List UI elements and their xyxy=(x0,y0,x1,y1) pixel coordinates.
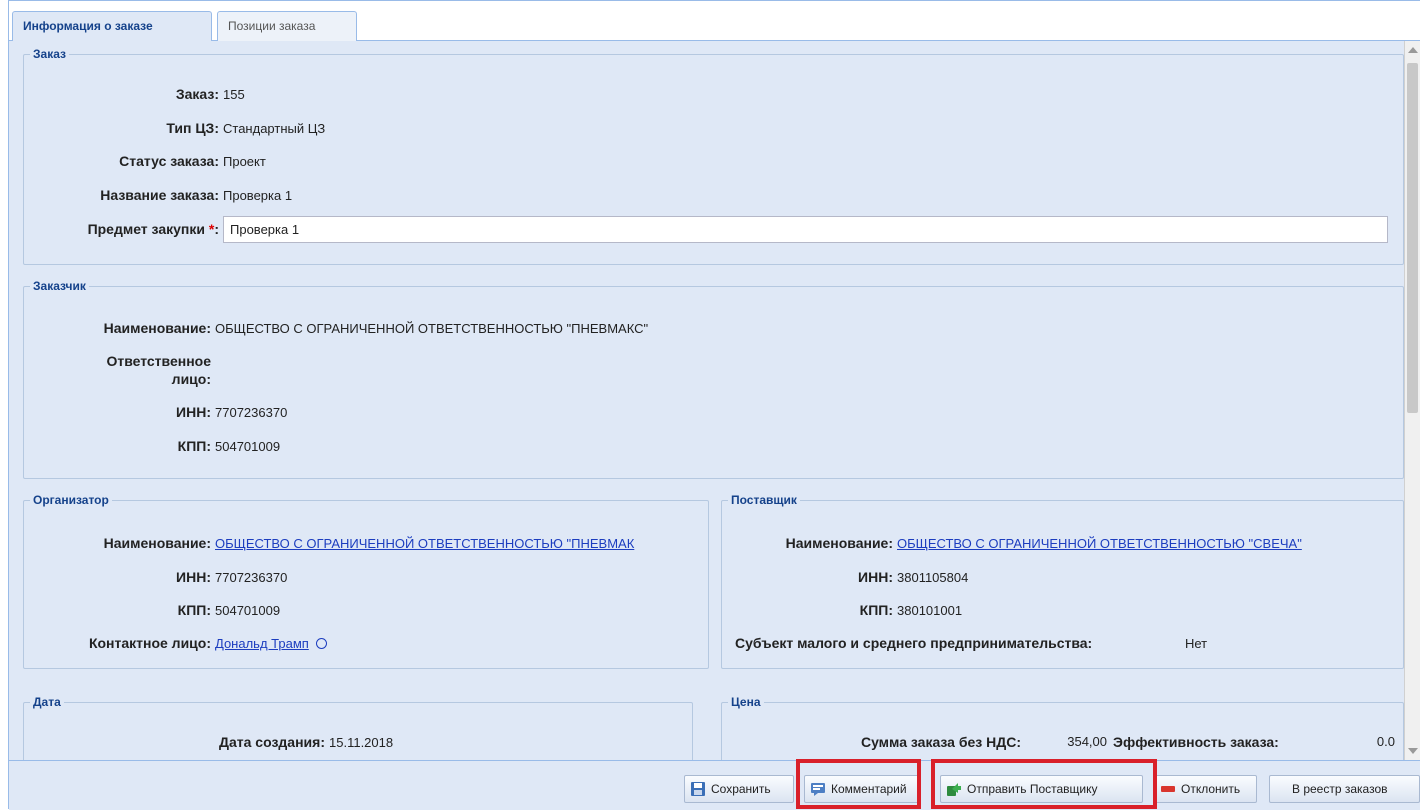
supplier-section-legend: Поставщик xyxy=(731,493,797,507)
supplier-inn-value: 3801105804 xyxy=(897,570,969,585)
contact-info-icon[interactable] xyxy=(316,638,328,649)
purchase-subject-input[interactable]: Проверка 1 xyxy=(223,216,1388,243)
supplier-name-label: Наименование: xyxy=(785,535,893,551)
supplier-name-link[interactable]: ОБЩЕСТВО С ОГРАНИЧЕННОЙ ОТВЕТСТВЕННОСТЬЮ… xyxy=(897,536,1302,551)
organizer-section-legend: Организатор xyxy=(33,493,109,507)
order-sum-label: Сумма заказа без НДС: xyxy=(860,734,1021,750)
price-section-legend: Цена xyxy=(731,695,761,709)
button-toolbar: Сохранить Комментарий Отправить Поставщи… xyxy=(9,760,1420,810)
responsible-label-line1: Ответственное xyxy=(106,353,211,369)
floppy-disk-icon xyxy=(691,782,705,796)
order-type-value: Стандартный ЦЗ xyxy=(223,121,326,136)
sme-label: Субъект малого и среднего предпринимател… xyxy=(735,635,1093,651)
scroll-thumb[interactable] xyxy=(1407,63,1418,413)
date-section-legend: Дата xyxy=(33,695,61,709)
organizer-kpp-value: 504701009 xyxy=(215,603,281,618)
to-orders-registry-button[interactable]: В реестр заказов xyxy=(1269,775,1420,803)
purchase-subject-label-text: Предмет закупки xyxy=(87,221,205,237)
supplier-inn-label: ИНН: xyxy=(858,569,893,585)
organizer-inn-label: ИНН: xyxy=(176,569,211,585)
order-sum-value: 354,00 xyxy=(1067,734,1107,749)
order-number-value: 155 xyxy=(223,87,245,102)
order-window: Информация о заказе Позиции заказа Заказ… xyxy=(8,0,1420,810)
highlight-frame-send xyxy=(931,759,1157,809)
scroll-up-arrow[interactable] xyxy=(1408,47,1418,53)
customer-inn-label: ИНН: xyxy=(176,404,211,420)
date-section: Дата xyxy=(23,695,693,760)
scroll-down-arrow[interactable] xyxy=(1408,748,1418,754)
save-button[interactable]: Сохранить xyxy=(684,775,794,803)
price-section: Цена xyxy=(721,695,1404,760)
highlight-frame-comment xyxy=(796,759,921,809)
save-button-label: Сохранить xyxy=(711,782,771,796)
minus-icon xyxy=(1161,786,1175,792)
to-orders-registry-label: В реестр заказов xyxy=(1292,782,1388,796)
reject-button-label: Отклонить xyxy=(1181,782,1241,796)
tab-order-items[interactable]: Позиции заказа xyxy=(217,11,357,41)
order-number-label: Заказ: xyxy=(175,86,219,102)
customer-name-label: Наименование: xyxy=(103,320,211,336)
created-date-label: Дата создания: xyxy=(219,734,325,750)
contact-person-label: Контактное лицо: xyxy=(88,635,211,651)
organizer-inn-value: 7707236370 xyxy=(215,570,288,585)
supplier-kpp-value: 380101001 xyxy=(897,603,963,618)
organizer-name-label: Наименование: xyxy=(103,535,211,551)
supplier-kpp-label: КПП: xyxy=(859,602,893,618)
order-name-value: Проверка 1 xyxy=(223,188,293,203)
customer-kpp-label: КПП: xyxy=(177,438,211,454)
tab-bar: Информация о заказе Позиции заказа xyxy=(9,1,1420,42)
responsible-person-label: Ответственное лицо: xyxy=(23,352,211,388)
customer-name-value: ОБЩЕСТВО С ОГРАНИЧЕННОЙ ОТВЕТСТВЕННОСТЬЮ… xyxy=(215,321,649,336)
contact-person-link[interactable]: Дональд Трамп xyxy=(215,636,309,651)
contact-person: Дональд Трамп xyxy=(215,636,328,651)
order-name-label: Название заказа: xyxy=(100,187,219,203)
responsible-label-line2: лицо: xyxy=(171,371,211,387)
created-date-value: 15.11.2018 xyxy=(329,735,394,750)
customer-inn-value: 7707236370 xyxy=(215,405,288,420)
order-efficiency-label: Эффективность заказа: xyxy=(1113,734,1279,750)
order-info-panel: Заказ Заказ: 155 Тип ЦЗ: Стандартный ЦЗ … xyxy=(9,41,1404,760)
purchase-subject-label: Предмет закупки *: xyxy=(23,221,219,237)
organizer-name-link[interactable]: ОБЩЕСТВО С ОГРАНИЧЕННОЙ ОТВЕТСТВЕННОСТЬЮ… xyxy=(215,536,634,551)
customer-kpp-value: 504701009 xyxy=(215,439,281,454)
order-section-legend: Заказ xyxy=(33,47,66,61)
organizer-kpp-label: КПП: xyxy=(177,602,211,618)
customer-section-legend: Заказчик xyxy=(33,279,86,293)
order-status-value: Проект xyxy=(223,154,266,169)
order-type-label: Тип ЦЗ: xyxy=(166,120,219,136)
order-status-label: Статус заказа: xyxy=(119,153,219,169)
sme-value: Нет xyxy=(1185,636,1208,651)
order-efficiency-value: 0.0 xyxy=(1376,734,1395,749)
reject-button[interactable]: Отклонить xyxy=(1154,775,1257,803)
purchase-subject-colon: : xyxy=(214,221,219,237)
vertical-scrollbar[interactable] xyxy=(1404,41,1420,760)
tab-order-info[interactable]: Информация о заказе xyxy=(12,11,212,42)
